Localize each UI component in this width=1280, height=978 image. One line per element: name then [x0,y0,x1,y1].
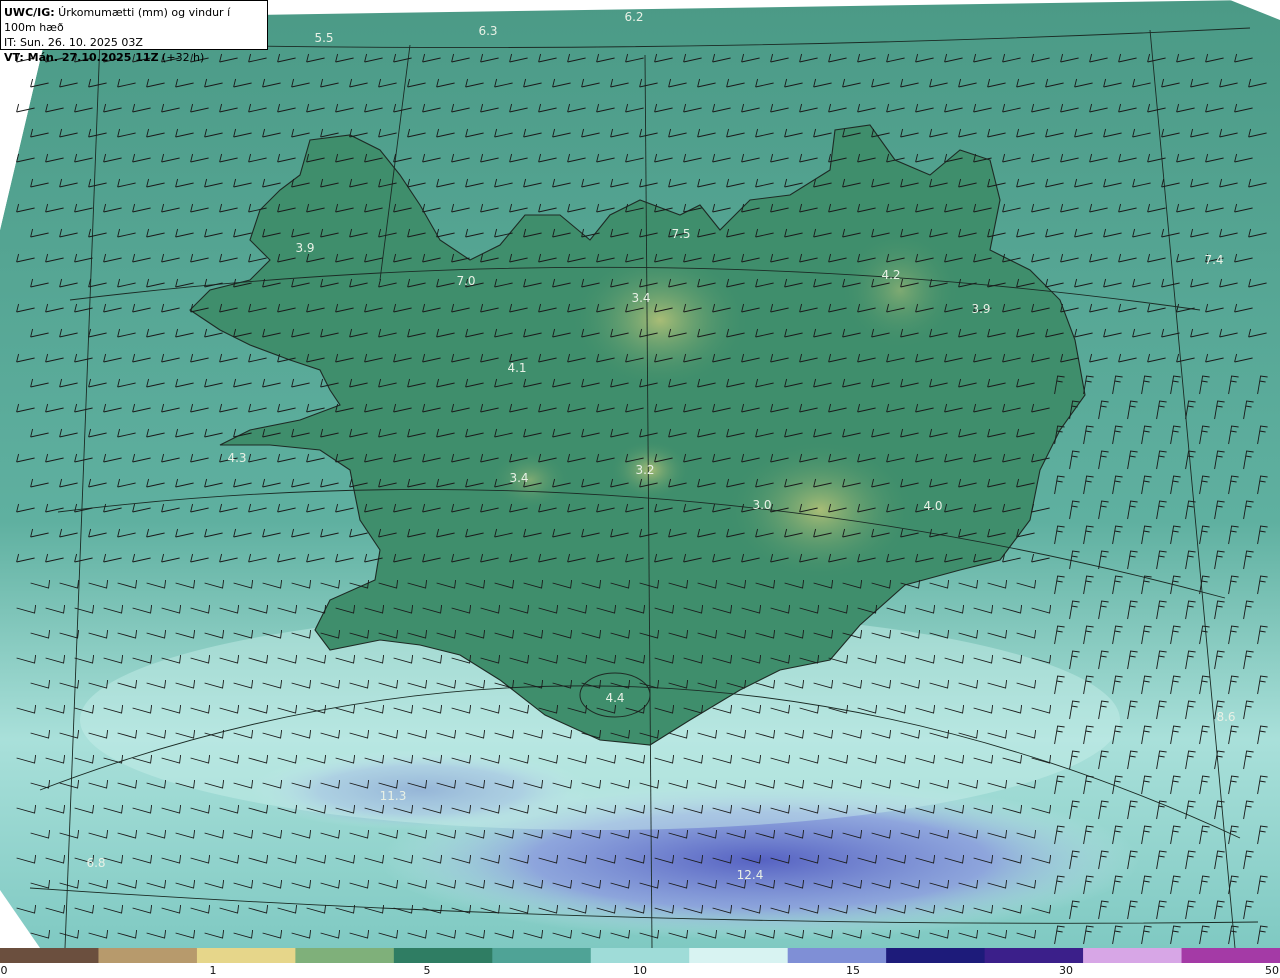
precipitation-map: 5.5 6.3 6.2 3.9 7.0 7.5 3.4 4.2 3.9 7.4 4.1 4.3 3.4 3… [0,0,1280,948]
value-label: 3.2 [635,463,654,477]
value-label: 3.9 [295,241,314,255]
colorbar-segment [295,948,395,963]
value-label: 4.3 [227,451,246,465]
colorbar [0,948,1280,963]
colorbar-tick-label: 0 [0,964,8,977]
colorbar-tick-label: 30 [1059,964,1073,977]
colorbar-segment [1083,948,1183,963]
colorbar-segment [196,948,297,963]
value-label: 3.4 [631,291,650,305]
value-label: 5.5 [314,31,333,45]
colorbar-segment [98,948,198,963]
value-label: 4.1 [507,361,526,375]
value-label: 11.3 [380,789,407,803]
forecast-offset: (+32 h) [158,51,205,64]
value-label: 7.5 [671,227,690,241]
colorbar-segment [393,948,494,963]
value-label: 3.4 [509,471,528,485]
colorbar-tick-label: 5 [423,964,431,977]
value-label: 4.0 [923,499,942,513]
colorbar-tick-label: 1 [209,964,217,977]
value-label: 6.3 [478,24,497,38]
value-label: 4.4 [605,691,624,705]
colorbar-segment [0,948,100,963]
colorbar-segment [1181,948,1280,963]
value-label: 6.2 [624,10,643,24]
colorbar-tick-label: 50 [1265,964,1279,977]
title-box: UWC/IG: Úrkomumætti (mm) og vindur í 100… [0,0,268,64]
value-label: 7.4 [1204,253,1223,267]
colorbar-segment [787,948,888,963]
value-label: 12.4 [737,868,764,882]
value-label: 6.8 [86,856,105,870]
value-label: 7.0 [456,274,475,288]
highland-west [490,450,570,510]
value-label: 3.0 [752,498,771,512]
product-name: UWC/IG: [4,6,55,19]
colorbar-segment [886,948,986,963]
colorbar-segment [590,948,691,963]
initial-time: IT: Sun. 26. 10. 2025 03Z [4,36,143,49]
highland-north [570,250,750,390]
value-label: 8.6 [1216,710,1235,724]
valid-time: VT: Mán. 27.10.2025 11Z [4,51,159,64]
colorbar-segment [492,948,592,963]
colorbar-segment [689,948,789,963]
value-label: 3.9 [971,302,990,316]
colorbar-segment [984,948,1085,963]
value-label: 4.2 [881,268,900,282]
colorbar-tick-label: 10 [633,964,647,977]
highland-northeast [840,230,960,350]
colorbar-ticks: 0 1 5 10 15 30 50 [0,963,1280,978]
colorbar-tick-label: 15 [846,964,860,977]
